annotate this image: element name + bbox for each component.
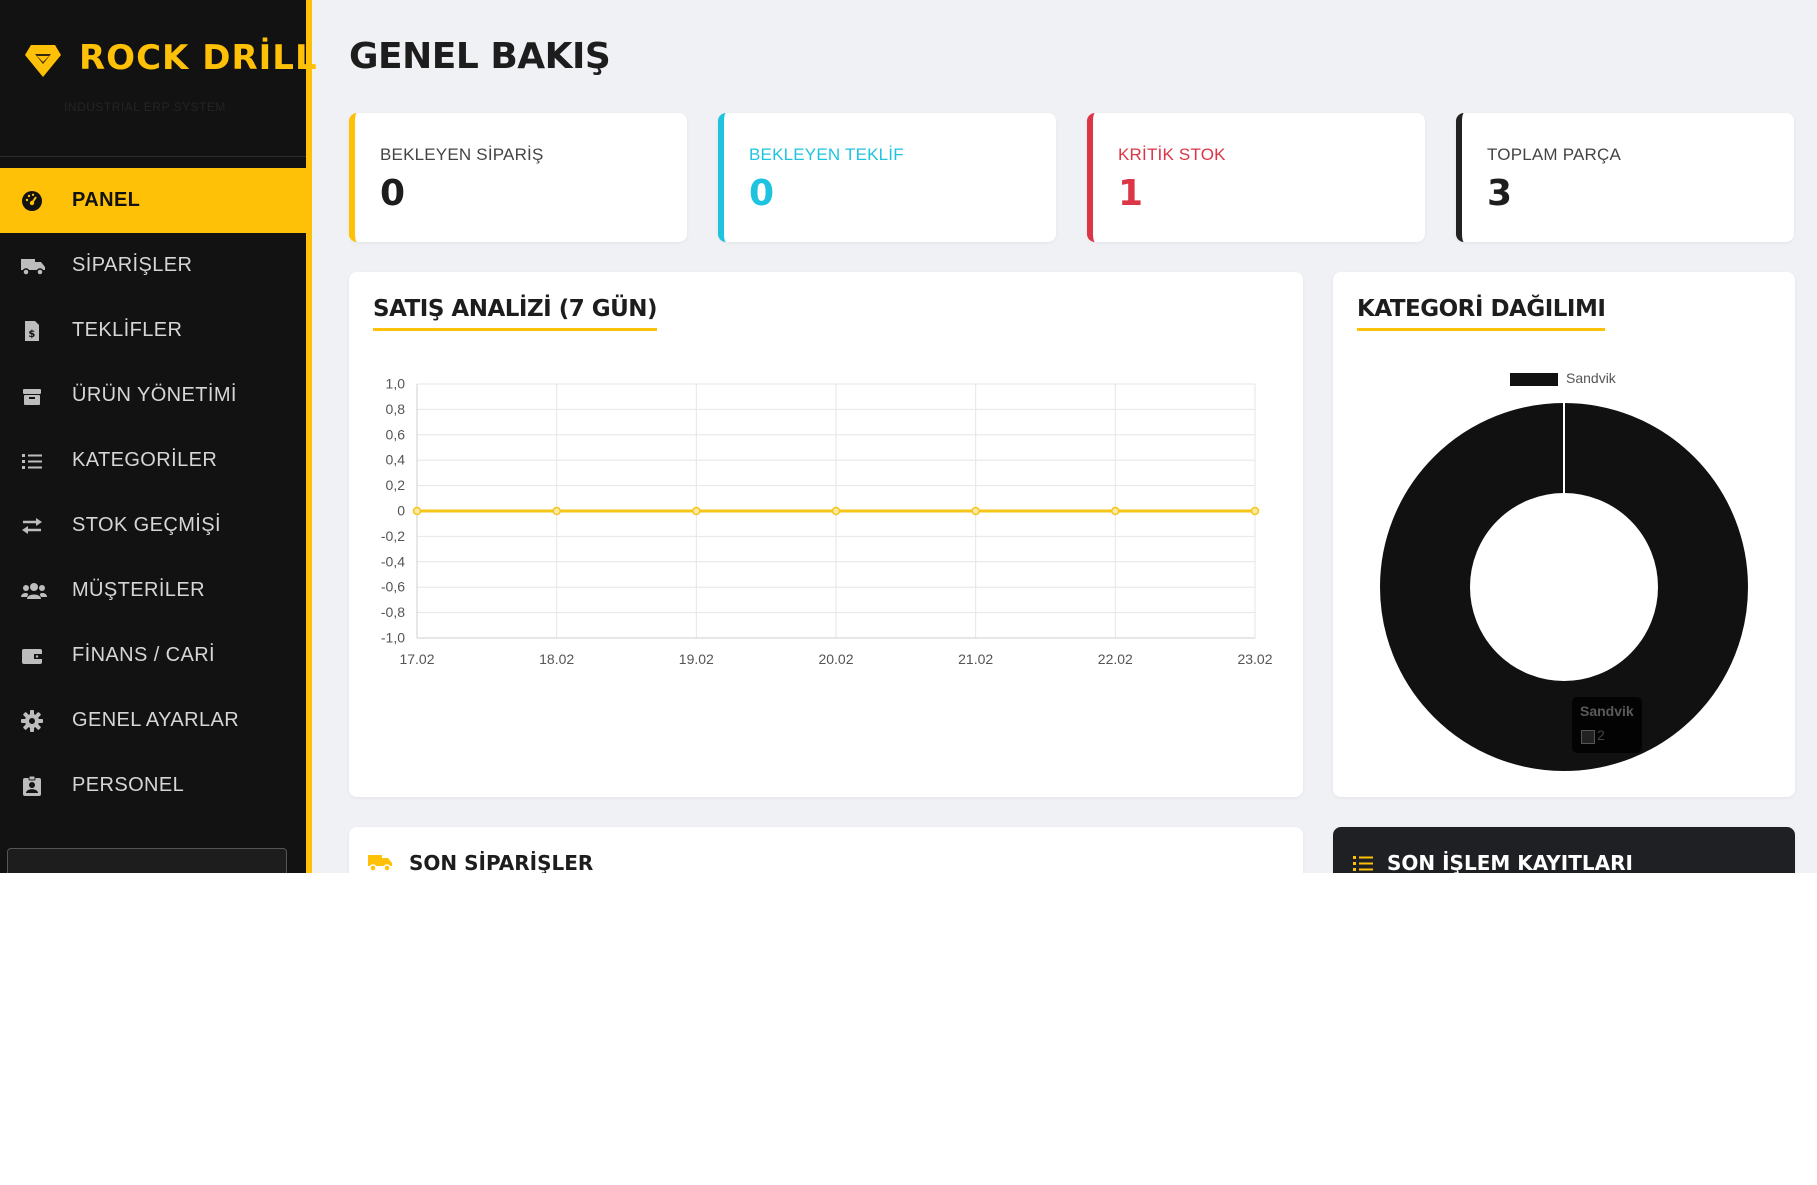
stat-value: 0 [749,173,775,214]
category-doughnut-chart [1380,403,1748,771]
exchange-arrows-icon [22,518,42,534]
x-tick-label: 23.02 [1237,651,1272,667]
sidebar: ROCK DRİLL INDUSTRIAL ERP SYSTEM PANEL S… [0,0,317,873]
x-tick-label: 18.02 [539,651,574,667]
stat-label: KRİTİK STOK [1118,145,1226,164]
sidebar-item-staff[interactable]: PERSONEL [0,753,306,818]
sidebar-item-orders[interactable]: SİPARİŞLER [0,233,306,298]
sidebar-item-settings[interactable]: GENEL AYARLAR [0,688,306,753]
sidebar-item-label: SİPARİŞLER [72,254,193,276]
data-point [412,506,422,516]
data-point [1250,506,1260,516]
recent-logs-title: SON İŞLEM KAYITLARI [1387,851,1633,873]
sidebar-item-stock-history[interactable]: STOK GEÇMİŞİ [0,493,306,558]
category-distribution-title: KATEGORİ DAĞILIMI [1357,296,1606,331]
sidebar-item-panel[interactable]: PANEL [0,168,306,233]
truck-icon [21,259,45,276]
category-distribution-card: KATEGORİ DAĞILIMI Sandvik [1333,272,1795,797]
brand-subtitle: INDUSTRIAL ERP SYSTEM [64,100,226,114]
tooltip-value: 2 [1597,727,1605,743]
stat-card-total-parts[interactable]: TOPLAM PARÇA 3 [1456,113,1794,242]
sidebar-item-categories[interactable]: KATEGORİLER [0,428,306,493]
x-tick-label: 21.02 [958,651,993,667]
sidebar-item-label: FİNANS / CARİ [72,644,215,666]
stat-card-pending-orders[interactable]: BEKLEYEN SİPARİŞ 0 [349,113,687,242]
y-tick-label: 0,6 [386,426,406,442]
page-title: GENEL BAKIŞ [349,36,611,77]
sidebar-item-label: TEKLİFLER [72,319,183,341]
users-icon [21,583,47,599]
sidebar-item-label: PANEL [72,189,141,211]
x-tick-label: 17.02 [399,651,434,667]
x-tick-label: 20.02 [818,651,853,667]
tooltip-swatch [1581,730,1595,744]
recent-orders-card: SON SİPARİŞLER [349,827,1303,873]
stat-value: 0 [380,173,406,214]
x-tick-label: 22.02 [1098,651,1133,667]
chart-tooltip: Sandvik 2 [1572,697,1642,753]
list-icon [1353,856,1373,871]
wallet-icon [22,649,42,664]
y-tick-label: 1,0 [386,376,406,392]
stat-value: 1 [1118,173,1144,214]
y-tick-label: -0,6 [381,579,405,595]
y-tick-label: 0,4 [386,452,406,468]
stat-label: TOPLAM PARÇA [1487,145,1622,164]
sales-analysis-card: SATIŞ ANALİZİ (7 GÜN) 1,0 0,8 0,6 0,4 0,2 0 -0… [349,272,1303,797]
invoice-dollar-icon: $ [25,321,39,341]
diamond-icon [25,45,61,77]
sidebar-item-label: PERSONEL [72,774,185,796]
dashboard-gauge-icon [22,191,42,211]
brand-name: ROCK DRİLL [79,38,318,78]
stat-card-critical-stock[interactable]: KRİTİK STOK 1 [1087,113,1425,242]
stat-label: BEKLEYEN SİPARİŞ [380,145,544,164]
truck-icon [368,855,392,872]
sidebar-nav: PANEL SİPARİŞLER $ TEKLİFLER ÜRÜN YÖNETİ… [0,168,306,818]
y-tick-label: -1,0 [381,630,405,646]
y-tick-label: -0,4 [381,553,405,569]
sales-analysis-title: SATIŞ ANALİZİ (7 GÜN) [373,296,658,331]
sidebar-item-label: KATEGORİLER [72,449,218,471]
sidebar-item-products[interactable]: ÜRÜN YÖNETİMİ [0,363,306,428]
data-point [971,506,980,516]
data-point [831,506,841,516]
sidebar-item-label: MÜŞTERİLER [72,579,205,601]
y-tick-label: -0,8 [381,604,405,620]
tooltip-title: Sandvik [1580,703,1634,719]
app-window: ROCK DRİLL INDUSTRIAL ERP SYSTEM PANEL S… [0,0,1817,873]
list-icon [22,454,42,469]
recent-logs-card: SON İŞLEM KAYITLARI [1333,827,1795,873]
data-point [692,506,701,516]
data-point [1111,506,1120,516]
y-tick-label: 0,2 [386,477,406,493]
svg-text:$: $ [28,329,35,340]
data-point [552,506,561,516]
sidebar-item-label: STOK GEÇMİŞİ [72,514,221,536]
legend-swatch[interactable] [1510,373,1558,386]
sidebar-item-customers[interactable]: MÜŞTERİLER [0,558,306,623]
recent-orders-title: SON SİPARİŞLER [409,851,594,873]
sales-line-chart: 1,0 0,8 0,6 0,4 0,2 0 -0,2 -0,4 -0,6 -0,8 -1,0 17.0… [381,376,1273,668]
sidebar-item-label: ÜRÜN YÖNETİMİ [72,384,237,406]
y-tick-label: 0 [397,503,405,519]
stat-card-pending-quotes[interactable]: BEKLEYEN TEKLİF 0 [718,113,1056,242]
id-badge-icon [23,775,41,796]
brand: ROCK DRİLL INDUSTRIAL ERP SYSTEM [0,0,317,157]
y-tick-label: 0,8 [386,401,406,417]
stat-value: 3 [1487,173,1513,214]
legend-label[interactable]: Sandvik [1566,370,1616,386]
sidebar-item-quotes[interactable]: $ TEKLİFLER [0,298,306,363]
x-tick-label: 19.02 [679,651,714,667]
y-tick-label: -0,2 [381,528,405,544]
box-icon [23,389,41,405]
sidebar-item-finance[interactable]: FİNANS / CARİ [0,623,306,688]
gear-icon [21,710,43,732]
sidebar-user-box[interactable] [7,848,287,873]
sidebar-item-label: GENEL AYARLAR [72,709,240,731]
stat-label: BEKLEYEN TEKLİF [749,145,904,164]
